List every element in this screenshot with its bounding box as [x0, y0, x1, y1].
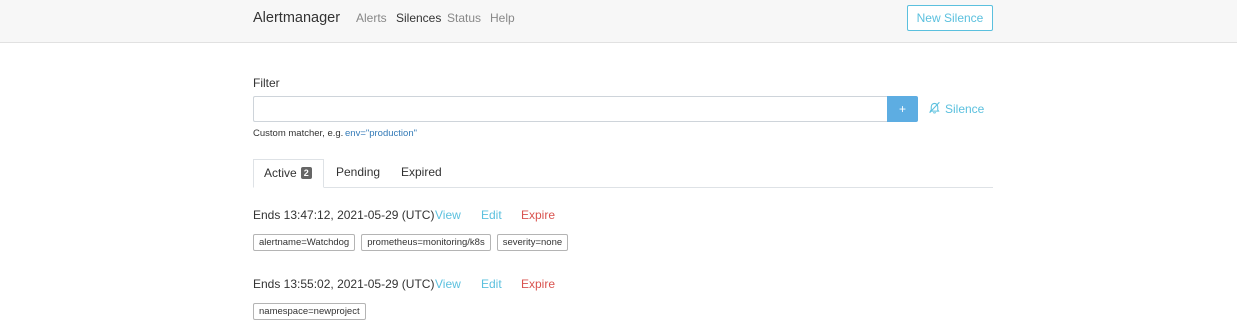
- silence-end-time: Ends 13:55:02, 2021-05-29 (UTC): [253, 277, 435, 291]
- filter-label: Filter: [253, 76, 280, 90]
- nav-link-alerts[interactable]: Alerts: [356, 11, 387, 25]
- matcher-chip: namespace=newproject: [253, 303, 366, 320]
- edit-silence-link[interactable]: Edit: [481, 208, 502, 222]
- active-count-badge: 2: [300, 167, 312, 179]
- expire-silence-link[interactable]: Expire: [521, 208, 555, 222]
- nav-link-help[interactable]: Help: [490, 11, 515, 25]
- tab-active[interactable]: Active 2: [253, 159, 324, 188]
- silence-end-time: Ends 13:47:12, 2021-05-29 (UTC): [253, 208, 435, 222]
- nav-link-status[interactable]: Status: [447, 11, 481, 25]
- nav-link-silences[interactable]: Silences: [396, 11, 441, 25]
- matcher-hint: Custom matcher, e.g.: [253, 128, 344, 139]
- add-matcher-button[interactable]: +: [887, 96, 918, 122]
- matcher-hint-example: env="production": [345, 128, 417, 139]
- filter-input[interactable]: [253, 96, 887, 122]
- matcher-list: alertname=Watchdog prometheus=monitoring…: [253, 234, 569, 251]
- bell-slash-icon: [928, 101, 941, 117]
- tab-active-label: Active: [264, 166, 297, 180]
- brand-title[interactable]: Alertmanager: [253, 10, 340, 26]
- matcher-chip: prometheus=monitoring/k8s: [361, 234, 491, 251]
- top-navbar: Alertmanager Alerts Silences Status Help…: [0, 0, 1237, 43]
- tab-pending[interactable]: Pending: [336, 159, 380, 188]
- silence-from-filter-link[interactable]: Silence: [928, 101, 984, 117]
- expire-silence-link[interactable]: Expire: [521, 277, 555, 291]
- matcher-chip: alertname=Watchdog: [253, 234, 356, 251]
- new-silence-button[interactable]: New Silence: [907, 5, 993, 31]
- silence-link-label: Silence: [945, 102, 985, 116]
- edit-silence-link[interactable]: Edit: [481, 277, 502, 291]
- matcher-list: namespace=newproject: [253, 303, 366, 320]
- view-silence-link[interactable]: View: [435, 208, 461, 222]
- view-silence-link[interactable]: View: [435, 277, 461, 291]
- matcher-chip: severity=none: [496, 234, 569, 251]
- tab-expired[interactable]: Expired: [401, 159, 442, 188]
